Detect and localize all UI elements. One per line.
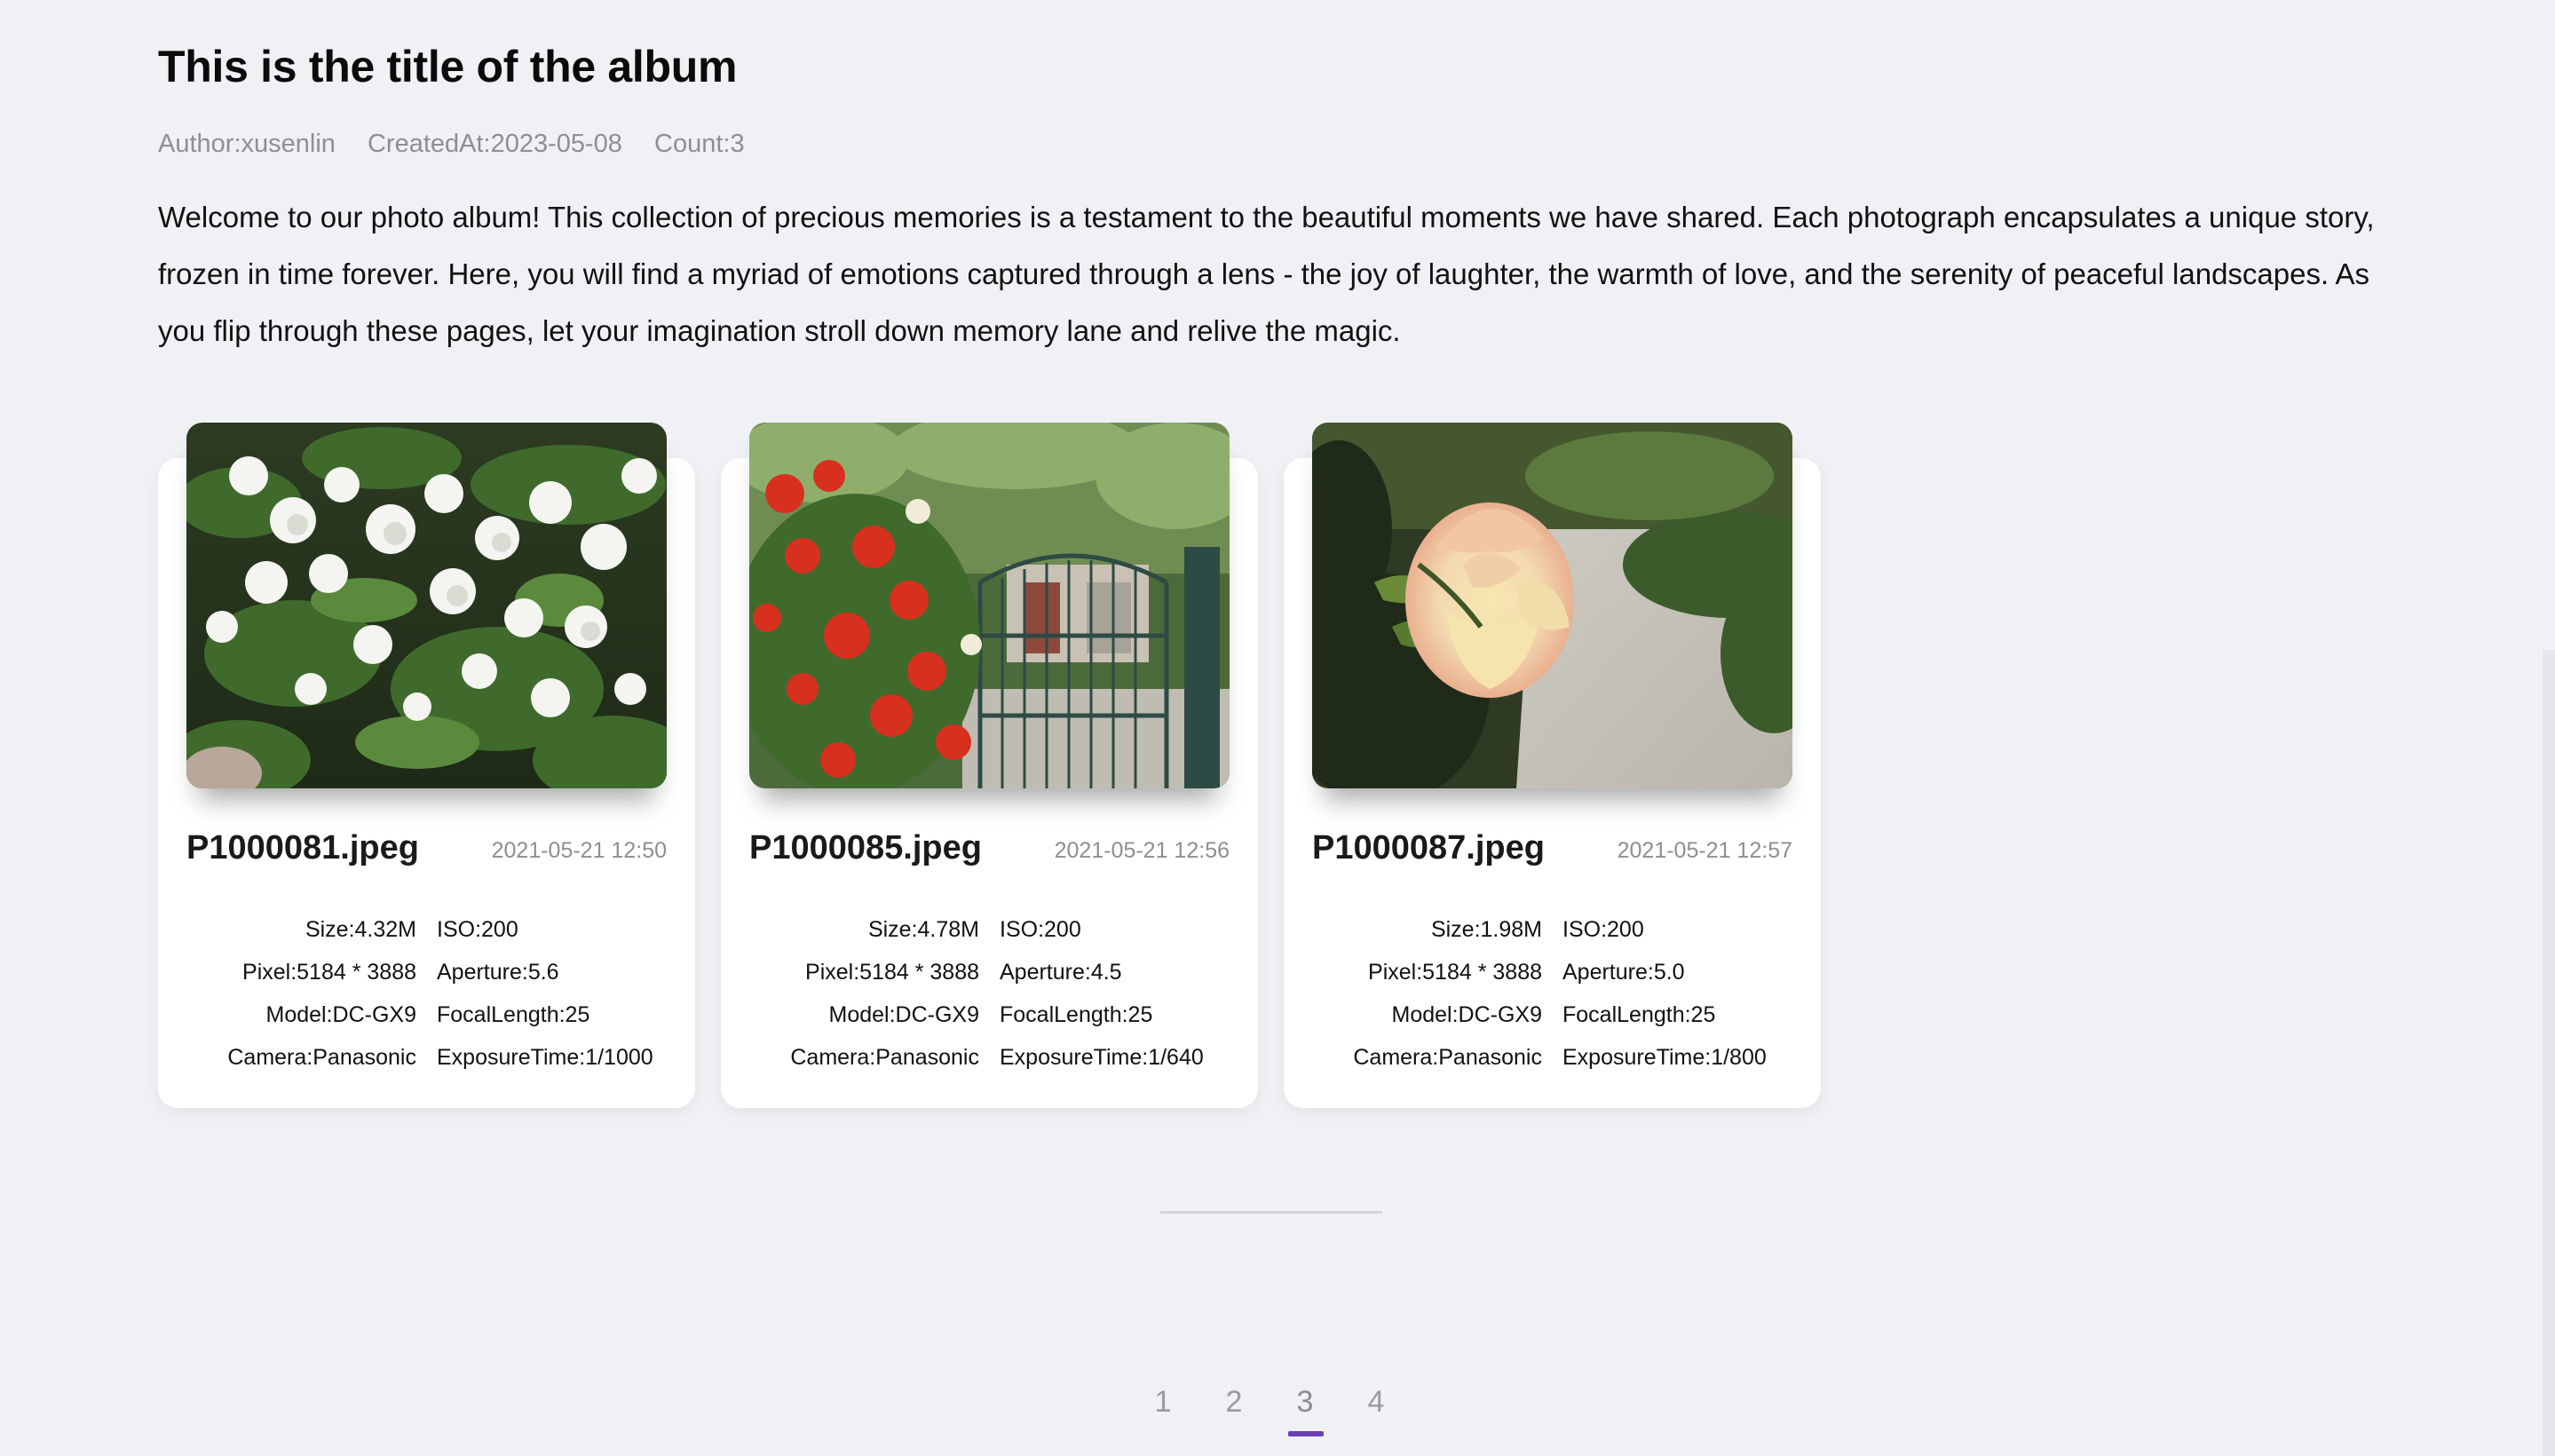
photo-aperture: Aperture:4.5 (1000, 960, 1122, 985)
page-3-link[interactable]: 3 (1283, 1385, 1327, 1436)
photo-exposure-time: ExposureTime:1/1000 (437, 1045, 653, 1070)
photo-focal-length: FocalLength:25 (437, 1002, 590, 1027)
album-title: This is the title of the album (158, 42, 738, 91)
photo-filename: P1000081.jpeg (186, 829, 419, 866)
photo-date: 2021-05-21 12:56 (1054, 838, 1230, 863)
red-roses-and-gate-image (749, 423, 1230, 788)
photo-focal-length: FocalLength:25 (1562, 1002, 1716, 1027)
photo-model: Model:DC-GX9 (1391, 1002, 1543, 1027)
photo-pixel: Pixel:5184 * 3888 (805, 960, 979, 985)
active-page-indicator (1288, 1431, 1324, 1436)
page-2-link[interactable]: 2 (1212, 1385, 1256, 1420)
photo-size: Size:4.32M (305, 917, 416, 942)
album-description: Welcome to our photo album! This collect… (158, 201, 2375, 347)
photo-thumbnail[interactable] (1312, 423, 1792, 788)
photo-size: Size:1.98M (1430, 917, 1542, 942)
photo-camera: Camera:Panasonic (1353, 1045, 1542, 1070)
photo-exposure-time: ExposureTime:1/800 (1562, 1045, 1767, 1070)
photo-model: Model:DC-GX9 (265, 1002, 417, 1027)
photo-specs: Size:4.32M ISO:200 Pixel:5184 * 3888 Apert… (158, 917, 695, 1088)
photo-aperture: Aperture:5.0 (1562, 960, 1685, 985)
photo-pixel: Pixel:5184 * 3888 (242, 960, 416, 985)
white-flower-bush-image (186, 423, 667, 788)
photo-thumbnail[interactable] (186, 423, 667, 788)
photo-filename: P1000087.jpeg (1312, 829, 1545, 866)
photo-pixel: Pixel:5184 * 3888 (1368, 960, 1542, 985)
photo-size: Size:4.78M (867, 917, 979, 942)
album-meta: Author:xusenlin CreatedAt:2023-05-08 Cou… (158, 130, 770, 159)
photo-thumbnail[interactable] (749, 423, 1230, 788)
photo-card-list: P1000081.jpeg 2021-05-21 12:50 Size:4.32… (158, 423, 2466, 1115)
photo-date: 2021-05-21 12:57 (1617, 838, 1792, 863)
photo-specs: Size:4.78M ISO:200 Pixel:5184 * 3888 Apert… (721, 917, 1258, 1088)
photo-model: Model:DC-GX9 (828, 1002, 980, 1027)
page-3-label: 3 (1296, 1385, 1314, 1419)
album-author: Author:xusenlin (158, 130, 336, 158)
section-divider (1160, 1211, 1382, 1214)
photo-filename: P1000085.jpeg (749, 829, 982, 866)
photo-card[interactable]: P1000081.jpeg 2021-05-21 12:50 Size:4.32… (158, 423, 695, 1108)
photo-iso: ISO:200 (1000, 917, 1081, 942)
photo-focal-length: FocalLength:25 (1000, 1002, 1153, 1027)
photo-aperture: Aperture:5.6 (437, 960, 559, 985)
photo-specs: Size:1.98M ISO:200 Pixel:5184 * 3888 Apert… (1284, 917, 1821, 1088)
peach-rose-on-path-image (1312, 423, 1792, 788)
page-1-link[interactable]: 1 (1141, 1385, 1185, 1420)
album-created-at: CreatedAt:2023-05-08 (367, 130, 622, 158)
album-count: Count:3 (654, 130, 745, 158)
photo-camera: Camera:Panasonic (227, 1045, 416, 1070)
photo-date: 2021-05-21 12:50 (491, 838, 667, 863)
photo-camera: Camera:Panasonic (790, 1045, 979, 1070)
photo-card[interactable]: P1000085.jpeg 2021-05-21 12:56 Size:4.78… (721, 423, 1258, 1108)
scrollbar[interactable] (2543, 650, 2555, 1456)
photo-card[interactable]: P1000087.jpeg 2021-05-21 12:57 Size:1.98… (1284, 423, 1821, 1108)
page-4-link[interactable]: 4 (1354, 1385, 1398, 1420)
photo-exposure-time: ExposureTime:1/640 (1000, 1045, 1204, 1070)
photo-iso: ISO:200 (437, 917, 518, 942)
photo-iso: ISO:200 (1562, 917, 1644, 942)
